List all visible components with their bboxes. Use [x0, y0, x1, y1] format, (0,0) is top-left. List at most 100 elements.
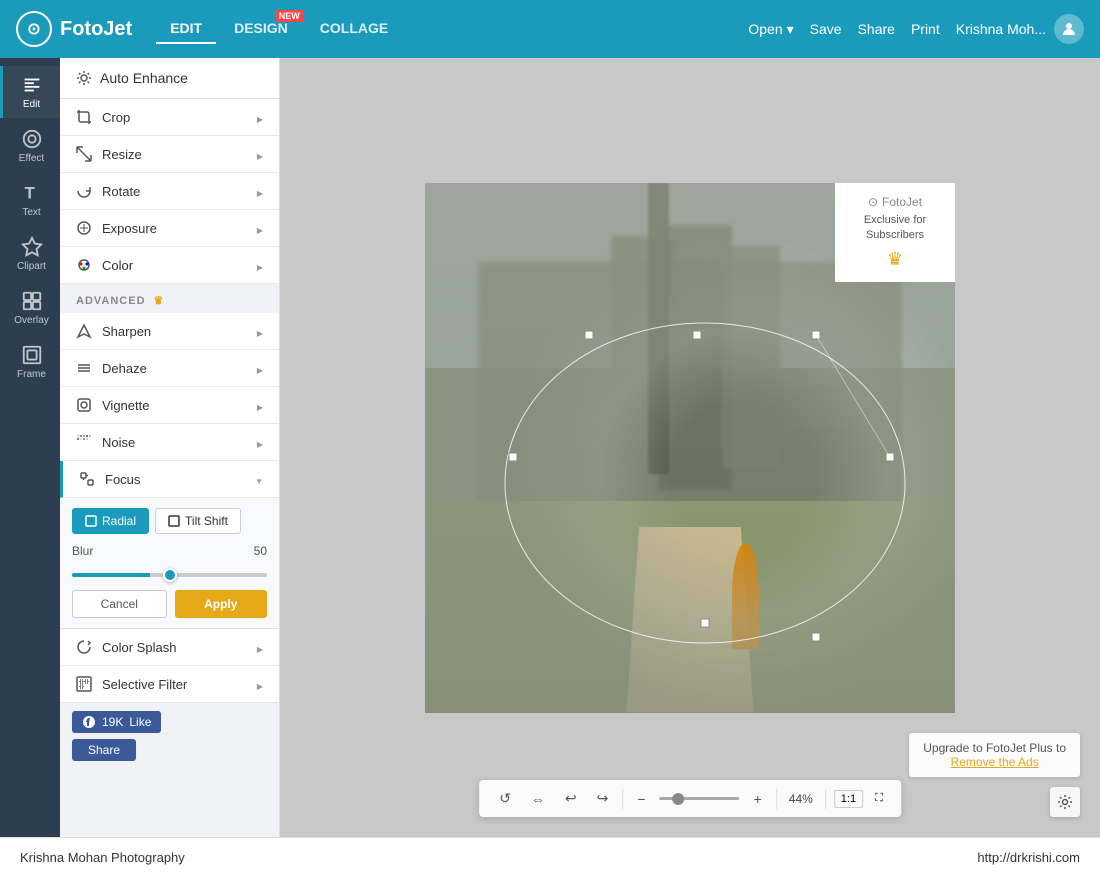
overlay-label: Overlay — [14, 315, 48, 326]
zoom-in-button[interactable]: + — [748, 787, 768, 811]
upgrade-link[interactable]: Remove the Ads — [951, 755, 1039, 769]
badge-logo: ⊙ FotoJet — [849, 195, 941, 209]
sharpen-menu-item[interactable]: Sharpen — [60, 313, 279, 350]
svg-text:T: T — [24, 185, 34, 203]
dehaze-icon — [76, 360, 92, 376]
advanced-section: ADVANCED ♛ — [60, 284, 279, 313]
tilt-shift-label: Tilt Shift — [185, 514, 228, 528]
top-actions: Open ▾ Save Share Print Krishna Moh... — [748, 14, 1084, 44]
focus-actions: Cancel Apply — [72, 590, 267, 618]
undo-button[interactable]: ↩ — [559, 786, 583, 811]
dehaze-chevron-icon — [257, 361, 263, 376]
rotate-icon — [76, 183, 92, 199]
flip-button[interactable]: ⇔ — [525, 787, 551, 811]
zoom-slider[interactable] — [660, 797, 740, 800]
selective-filter-chevron-icon — [257, 677, 263, 692]
refresh-button[interactable]: ↺ — [493, 786, 517, 811]
focus-label: Focus — [105, 472, 140, 487]
like-count: 19K — [102, 715, 123, 729]
noise-menu-item[interactable]: Noise — [60, 424, 279, 461]
color-menu-item[interactable]: Color — [60, 247, 279, 284]
rotate-chevron-icon — [257, 184, 263, 199]
focus-cancel-button[interactable]: Cancel — [72, 590, 167, 618]
focus-chevron-icon — [255, 472, 263, 487]
selective-filter-menu-item[interactable]: Selective Filter — [60, 666, 279, 703]
auto-enhance-label: Auto Enhance — [100, 70, 188, 86]
settings-icon — [1057, 794, 1073, 810]
share-button[interactable]: Share — [858, 21, 895, 37]
save-button[interactable]: Save — [810, 21, 842, 37]
selective-filter-icon — [76, 676, 92, 692]
resize-menu-item[interactable]: Resize — [60, 136, 279, 173]
color-splash-menu-item[interactable]: Color Splash — [60, 629, 279, 666]
vignette-chevron-icon — [257, 398, 263, 413]
sidebar-item-edit[interactable]: Edit — [0, 66, 60, 118]
nav-edit[interactable]: EDIT — [156, 14, 216, 44]
sidebar-item-text[interactable]: T Text — [0, 174, 60, 226]
sharpen-label: Sharpen — [102, 324, 151, 339]
dehaze-label: Dehaze — [102, 361, 147, 376]
toolbar-separator-2 — [776, 789, 777, 809]
radial-tab[interactable]: Radial — [72, 508, 149, 534]
zoom-ratio-button[interactable]: 1:1 — [834, 790, 863, 808]
sidebar-item-overlay[interactable]: Overlay — [0, 282, 60, 334]
focus-icon — [79, 471, 95, 487]
crop-menu-item[interactable]: Crop — [60, 99, 279, 136]
dropdown-arrow-icon: ▾ — [787, 21, 794, 38]
tilt-shift-tab[interactable]: Tilt Shift — [155, 508, 241, 534]
zoom-out-button[interactable]: − — [631, 787, 651, 811]
effect-label: Effect — [19, 153, 44, 164]
crop-chevron-icon — [257, 110, 263, 125]
canvas-area: ⊙ FotoJet Exclusive for Subscribers ♛ — [280, 58, 1100, 837]
exposure-menu-item[interactable]: Exposure — [60, 210, 279, 247]
print-button[interactable]: Print — [911, 21, 940, 37]
new-badge: NEW — [275, 10, 304, 22]
share-label: Share — [88, 743, 120, 757]
exposure-label: Exposure — [102, 221, 157, 236]
auto-enhance-button[interactable]: Auto Enhance — [60, 58, 279, 99]
dehaze-menu-item[interactable]: Dehaze — [60, 350, 279, 387]
nav-design[interactable]: DESIGN NEW — [220, 14, 302, 44]
focus-sub-panel: Radial Tilt Shift Blur 50 Cancel Apply — [60, 498, 279, 629]
blur-slider[interactable] — [72, 573, 267, 577]
sharpen-icon — [76, 323, 92, 339]
exposure-icon — [76, 220, 92, 236]
color-icon — [76, 257, 92, 273]
settings-button[interactable] — [1050, 787, 1080, 817]
focus-menu-item[interactable]: Focus — [60, 461, 279, 498]
rotate-menu-item[interactable]: Rotate — [60, 173, 279, 210]
blur-slider-container — [72, 564, 267, 582]
like-label: Like — [129, 715, 151, 729]
toolbar-separator — [622, 789, 623, 809]
facebook-share-button[interactable]: Share — [72, 739, 136, 761]
clipart-label: Clipart — [17, 261, 46, 272]
vignette-icon — [76, 397, 92, 413]
facebook-like-button[interactable]: 19K Like — [72, 711, 161, 733]
noise-chevron-icon — [257, 435, 263, 450]
color-splash-icon — [76, 639, 92, 655]
vignette-menu-item[interactable]: Vignette — [60, 387, 279, 424]
user-area[interactable]: Krishna Moh... — [956, 14, 1084, 44]
color-splash-label: Color Splash — [102, 640, 176, 655]
tilt-shift-icon — [168, 515, 180, 527]
image-container: ⊙ FotoJet Exclusive for Subscribers ♛ — [425, 183, 955, 713]
main-image[interactable]: ⊙ FotoJet Exclusive for Subscribers ♛ — [425, 183, 955, 713]
user-name: Krishna Moh... — [956, 21, 1046, 37]
auto-enhance-icon — [76, 70, 92, 86]
frame-label: Frame — [17, 369, 46, 380]
color-chevron-icon — [257, 258, 263, 273]
text-label: Text — [22, 207, 40, 218]
fit-button[interactable]: ⛶ — [871, 790, 887, 807]
footer-left: Krishna Mohan Photography — [20, 850, 185, 865]
noise-label: Noise — [102, 435, 135, 450]
facebook-icon — [82, 715, 96, 729]
focus-apply-button[interactable]: Apply — [175, 590, 268, 618]
sidebar-item-clipart[interactable]: Clipart — [0, 228, 60, 280]
nav-collage[interactable]: COLLAGE — [306, 14, 402, 44]
redo-button[interactable]: ↪ — [591, 786, 615, 811]
sidebar-item-effect[interactable]: Effect — [0, 120, 60, 172]
open-button[interactable]: Open ▾ — [748, 21, 793, 38]
sidebar-item-frame[interactable]: Frame — [0, 336, 60, 388]
main-container: Edit Effect T Text Clipart — [0, 58, 1100, 837]
logo-text: FotoJet — [60, 18, 132, 41]
